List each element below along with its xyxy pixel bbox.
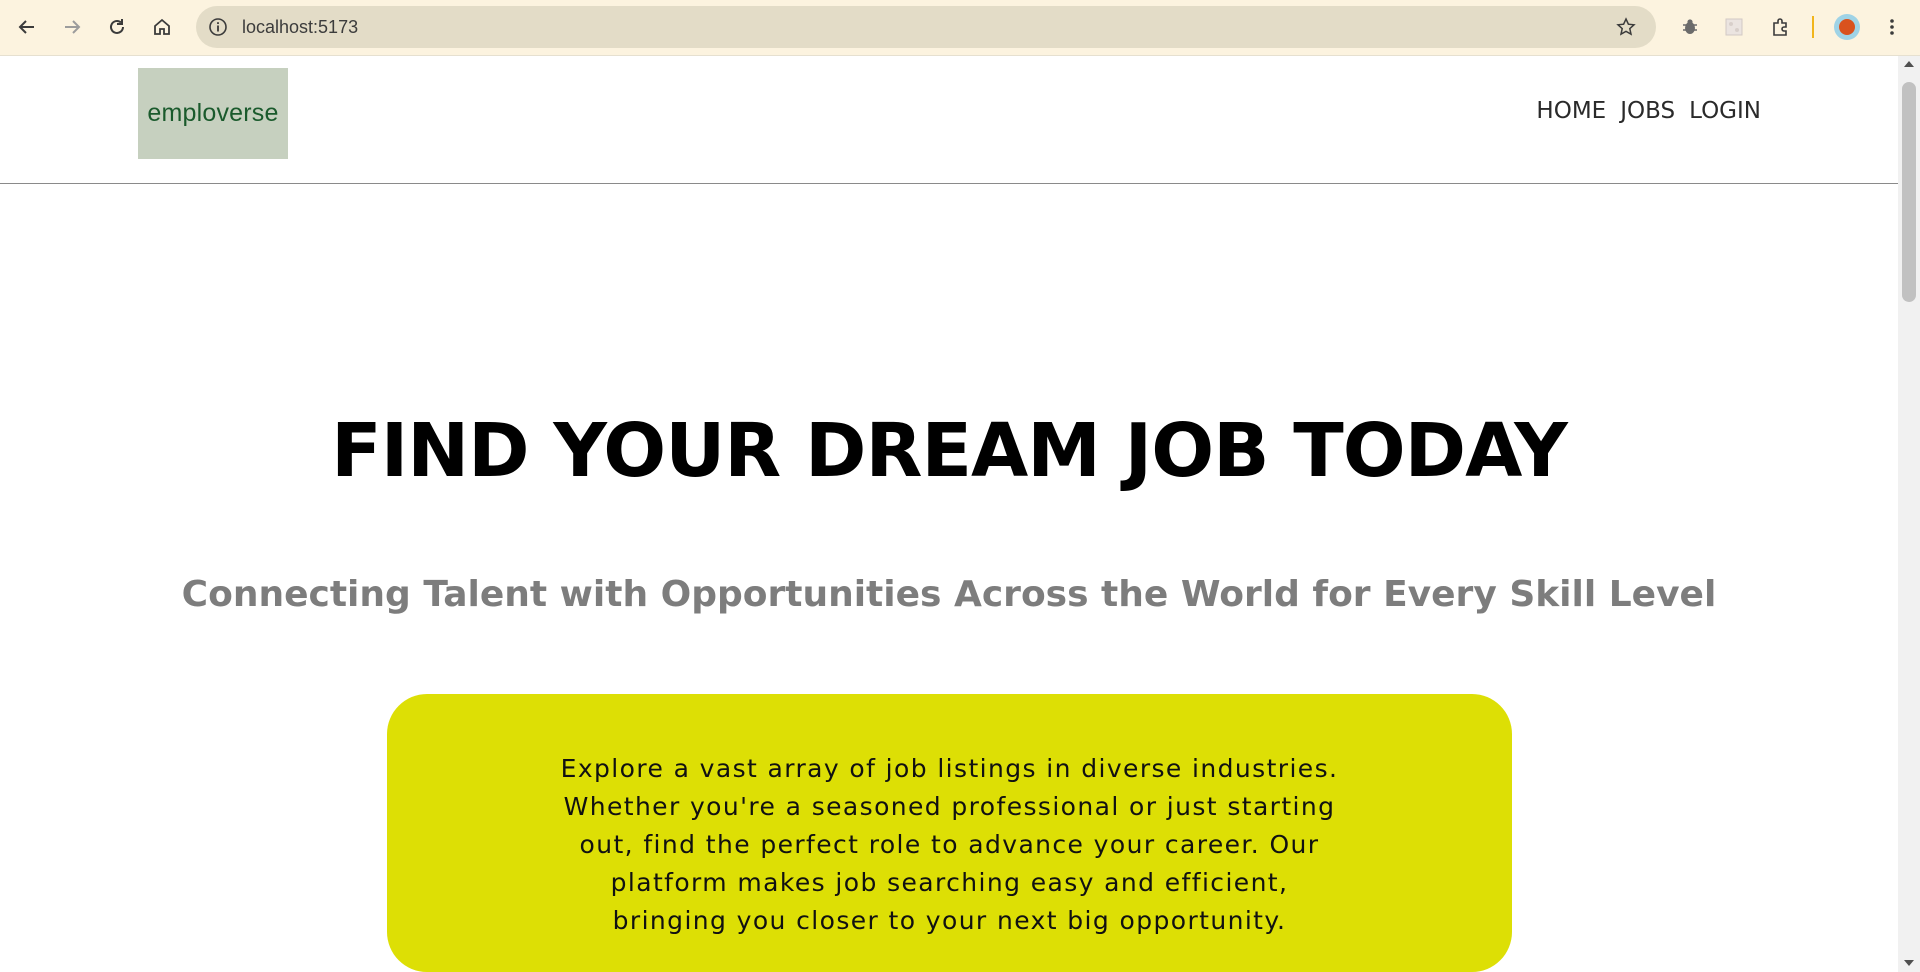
arrow-right-icon: [65, 20, 81, 34]
nav-jobs-link[interactable]: JOBS: [1620, 98, 1675, 124]
pattern-extension-icon[interactable]: [1720, 13, 1748, 41]
reload-button[interactable]: [101, 11, 133, 43]
toolbar-separator: [1812, 16, 1814, 38]
arrow-left-icon: [18, 20, 34, 34]
extensions-puzzle-icon[interactable]: [1766, 13, 1794, 41]
hero-description-card: Explore a vast array of job listings in …: [387, 694, 1512, 972]
site-logo[interactable]: emploverse: [138, 68, 288, 159]
profile-avatar-icon[interactable]: [1834, 14, 1860, 40]
menu-kebab-icon[interactable]: [1878, 13, 1906, 41]
home-icon: [154, 18, 170, 35]
scroll-down-arrow-icon[interactable]: [1904, 960, 1914, 966]
site-info-icon[interactable]: [206, 15, 230, 39]
page-scrollbar[interactable]: [1898, 56, 1920, 972]
browser-toolbar: localhost:5173: [0, 0, 1920, 55]
bug-extension-icon[interactable]: [1676, 13, 1704, 41]
reload-icon: [110, 19, 124, 34]
logo-text: emploverse: [147, 99, 279, 127]
home-button[interactable]: [146, 11, 178, 43]
forward-button[interactable]: [56, 11, 88, 43]
bookmark-star-icon[interactable]: [1614, 15, 1638, 39]
scrollbar-thumb[interactable]: [1902, 82, 1916, 302]
hero-description: Explore a vast array of job listings in …: [560, 754, 1339, 935]
nav-home-link[interactable]: HOME: [1536, 98, 1606, 124]
url-text[interactable]: localhost:5173: [242, 17, 358, 38]
hero-title: FIND YOUR DREAM JOB TODAY: [331, 408, 1568, 494]
page-viewport: emploverse HOME JOBS LOGIN FIND YOUR DRE…: [0, 56, 1898, 972]
site-header: emploverse HOME JOBS LOGIN: [0, 56, 1898, 184]
address-bar[interactable]: localhost:5173: [196, 6, 1656, 48]
nav-login-link[interactable]: LOGIN: [1689, 98, 1761, 124]
back-button[interactable]: [11, 11, 43, 43]
hero-subtitle: Connecting Talent with Opportunities Acr…: [181, 574, 1717, 615]
main-nav: HOME JOBS LOGIN: [1536, 98, 1761, 124]
scroll-up-arrow-icon[interactable]: [1904, 61, 1914, 67]
